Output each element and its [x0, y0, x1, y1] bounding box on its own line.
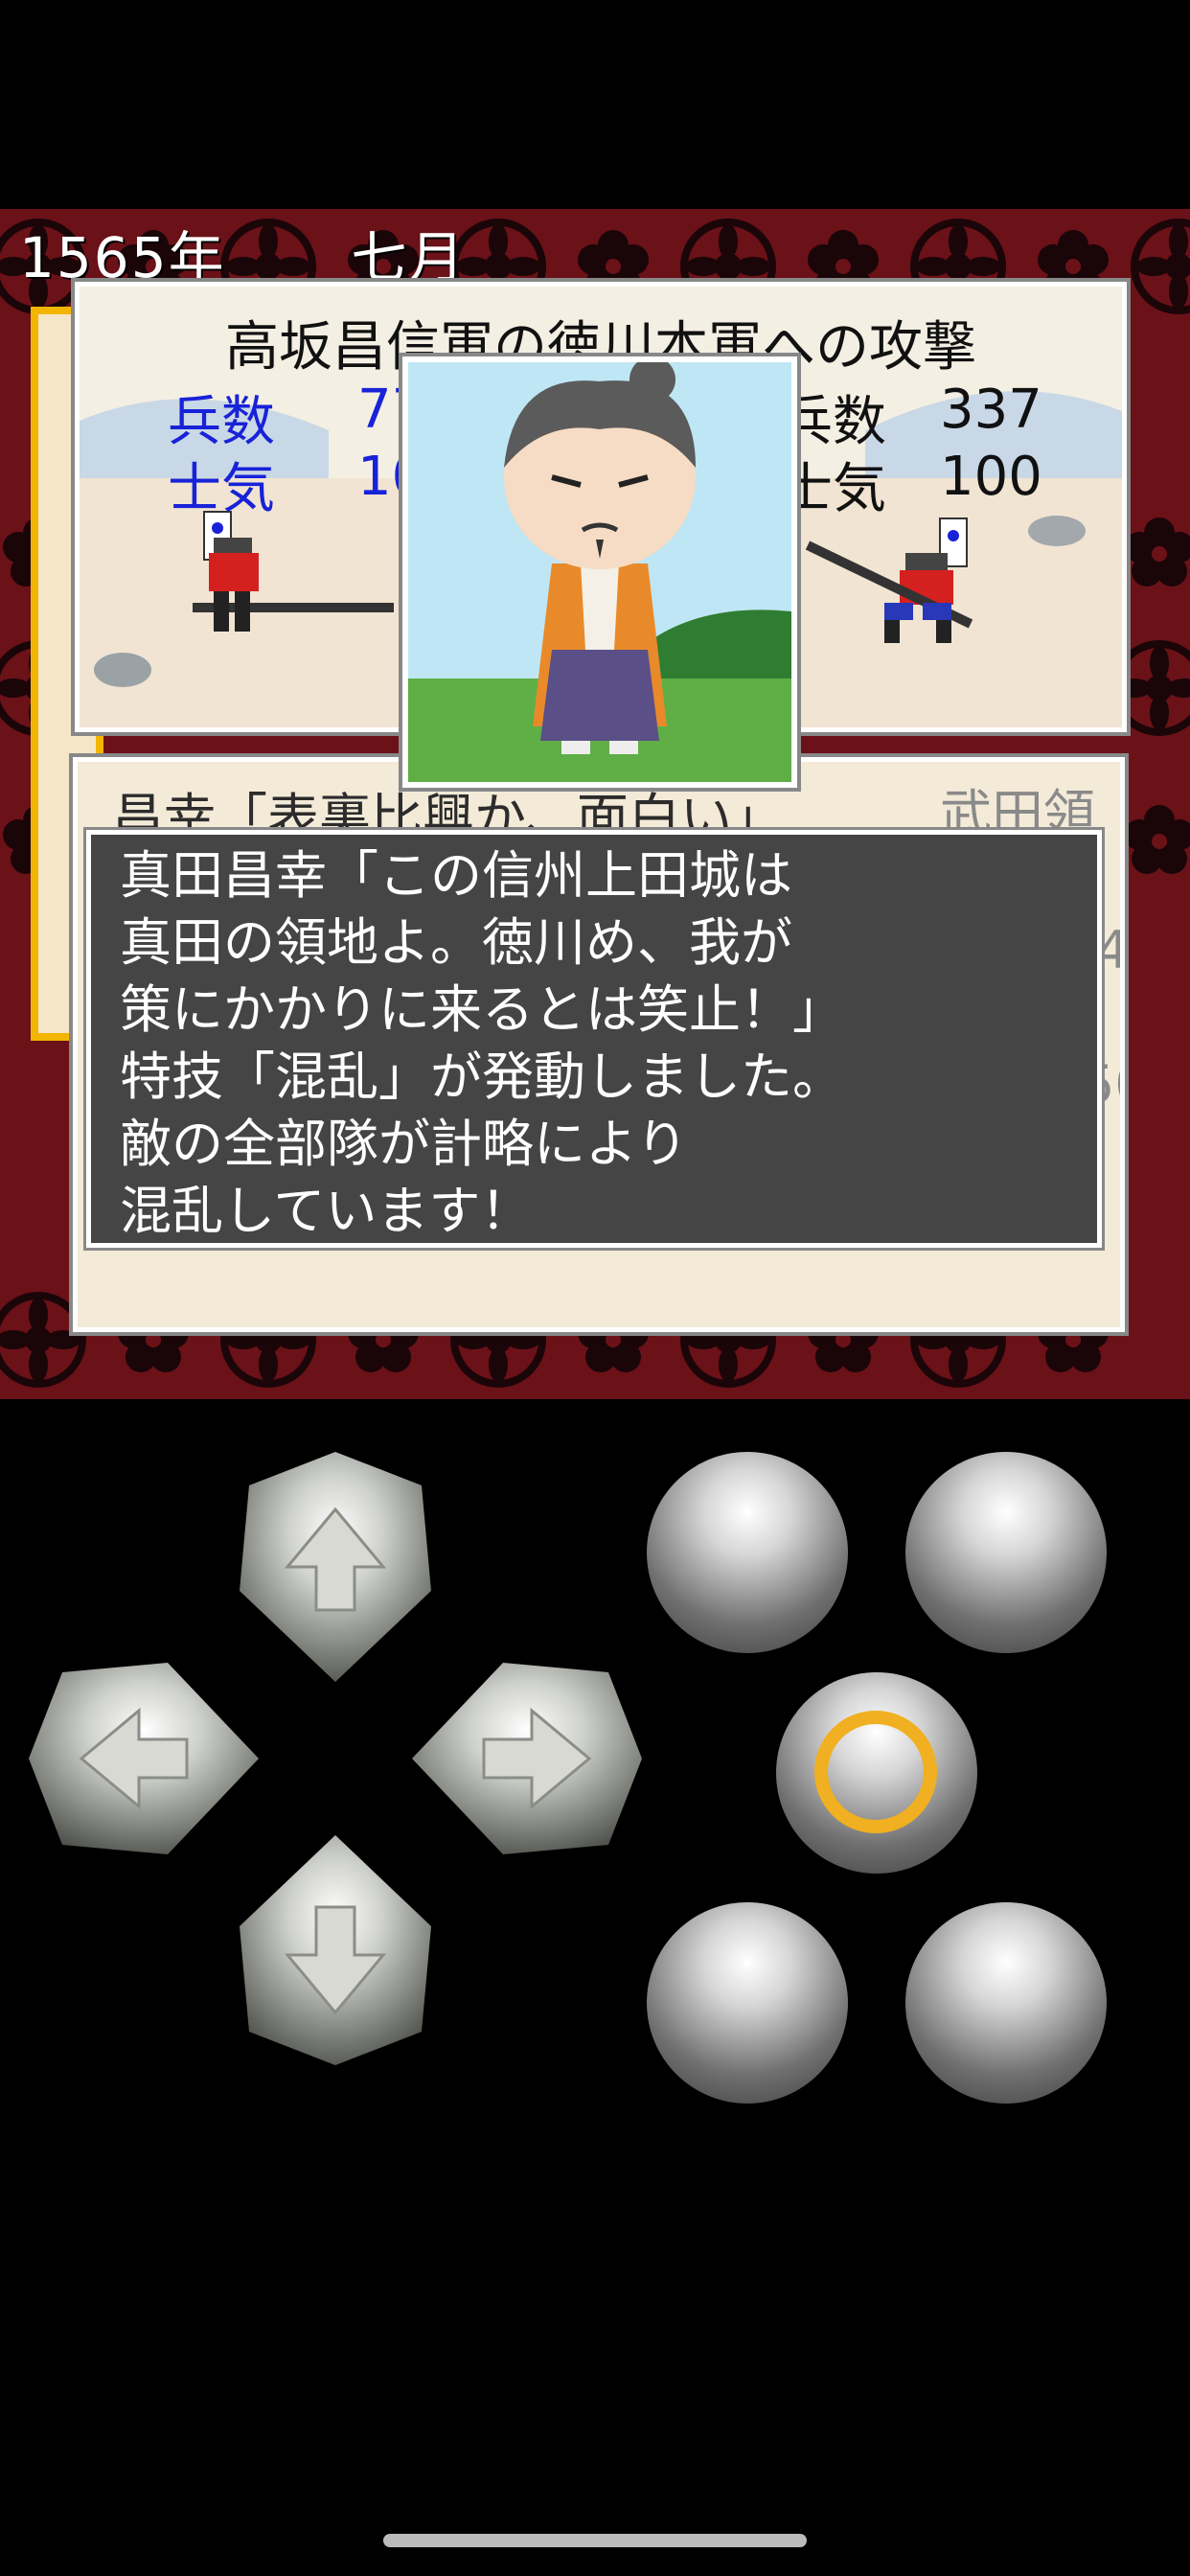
right-troops-value: 337 [940, 379, 1042, 441]
character-portrait [399, 353, 801, 792]
home-indicator[interactable] [383, 2534, 807, 2547]
dialog-line-1: 真田昌幸「この信州上田城は [120, 845, 792, 906]
ok-button[interactable] [776, 1672, 977, 1874]
dialog-line-3: 策にかかりに来るとは笑止！」 [120, 979, 844, 1040]
button-a[interactable] [647, 1452, 848, 1653]
right-morale-value: 100 [940, 446, 1042, 508]
dialog-line-6: 混乱しています！ [120, 1181, 533, 1241]
button-c[interactable] [647, 1902, 848, 2104]
ok-circle-icon [814, 1711, 937, 1833]
left-morale-label: 士気 [168, 458, 275, 520]
button-b[interactable] [905, 1452, 1107, 1653]
dialog-line-5: 敵の全部隊が計略により [120, 1114, 688, 1174]
message-dialog[interactable]: 真田昌幸「この信州上田城は 真田の領地よ。徳川め、我が 策にかかりに来るとは笑止… [83, 827, 1105, 1251]
dpad-down-button[interactable] [220, 1830, 450, 2070]
dialog-line-2: 真田の領地よ。徳川め、我が [120, 912, 792, 973]
date-year: 1565年 [19, 225, 226, 290]
button-d[interactable] [905, 1902, 1107, 2104]
date-month: 七月 [351, 225, 467, 290]
dialog-line-4: 特技「混乱」が発動しました。 [120, 1046, 844, 1107]
left-troops-label: 兵数 [168, 391, 275, 453]
samurai-portrait-image [408, 362, 791, 782]
